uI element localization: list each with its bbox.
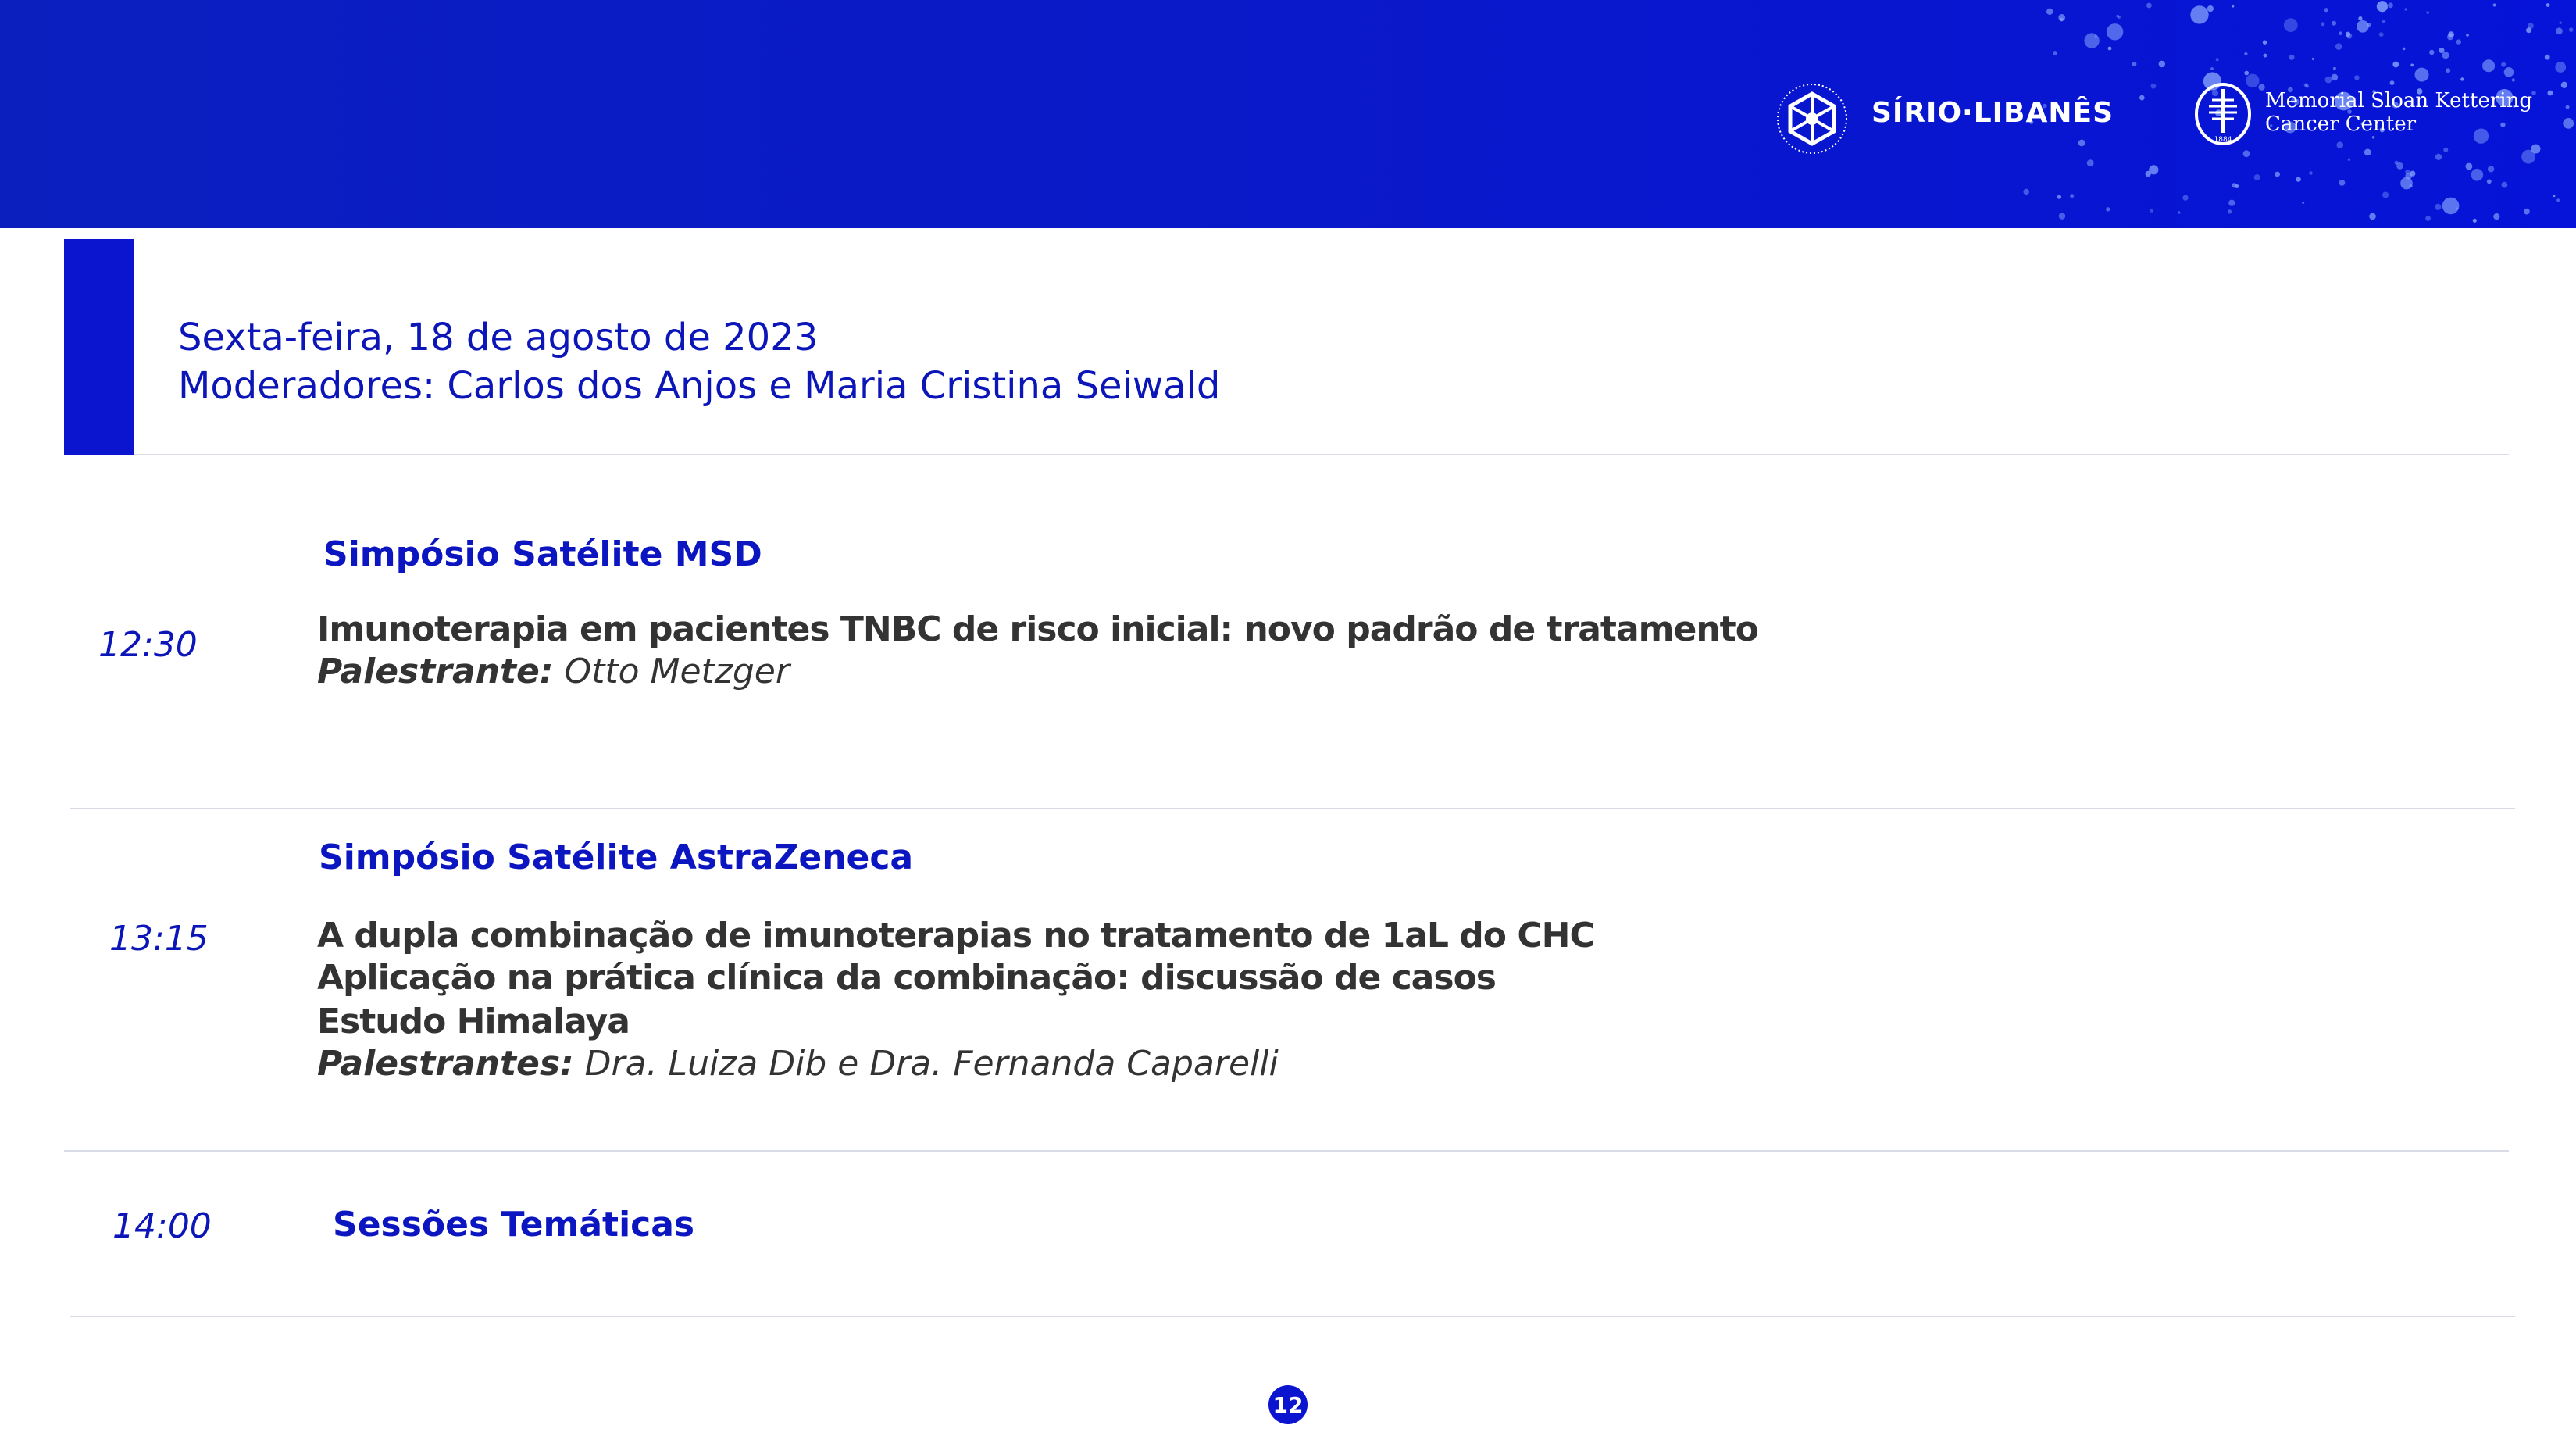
talk-title: Aplicação na prática clínica da combinaç…	[317, 958, 1497, 998]
divider	[70, 1316, 2515, 1317]
talk-title: Estudo Himalaya	[317, 1002, 630, 1041]
session-time: 14:00	[112, 1206, 212, 1246]
divider	[134, 454, 2509, 455]
msk-logo-icon: 1884	[2195, 83, 2251, 145]
session-title: Simpósio Satélite AstraZeneca	[319, 838, 914, 877]
msk-logo-year: 1884	[2214, 136, 2232, 144]
speaker-line: Palestrante: Otto Metzger	[317, 652, 790, 691]
accent-bar	[64, 239, 134, 455]
speaker-label: Palestrante:	[317, 652, 554, 691]
divider	[70, 808, 2515, 809]
page-number-badge: 12	[1268, 1385, 1308, 1424]
msk-logo-line1: Memorial Sloan Kettering	[2265, 89, 2532, 112]
header-band: SÍRIO·LIBANÊS 1884 Memorial Sloan Ketter…	[0, 0, 2576, 228]
session-title: Sessões Temáticas	[333, 1205, 695, 1245]
msk-logo-line2: Cancer Center	[2265, 112, 2417, 136]
event-date: Sexta-feira, 18 de agosto de 2023	[178, 316, 819, 359]
talk-title: Imunoterapia em pacientes TNBC de risco …	[317, 609, 1759, 649]
slide: SÍRIO·LIBANÊS 1884 Memorial Sloan Ketter…	[0, 0, 2576, 1450]
dot-pattern-decoration	[2023, 1, 2574, 223]
msk-logo-text: Memorial Sloan Kettering Cancer Center	[2265, 89, 2532, 136]
sirio-libanes-logo-text: SÍRIO·LIBANÊS	[1871, 97, 2114, 129]
speaker-names: Otto Metzger	[553, 652, 790, 691]
speaker-label: Palestrantes:	[317, 1044, 574, 1084]
divider	[64, 1150, 2509, 1152]
talk-title: A dupla combinação de imunoterapias no t…	[317, 916, 1595, 955]
session-time: 13:15	[109, 919, 209, 959]
sirio-libanes-logo-icon	[1777, 84, 1847, 154]
speaker-line: Palestrantes: Dra. Luiza Dib e Dra. Fern…	[317, 1044, 1279, 1084]
session-title: Simpósio Satélite MSD	[323, 534, 762, 574]
moderators: Moderadores: Carlos dos Anjos e Maria Cr…	[178, 364, 1221, 408]
session-time: 12:30	[98, 625, 198, 665]
speaker-names: Dra. Luiza Dib e Dra. Fernanda Caparelli	[573, 1044, 1279, 1084]
